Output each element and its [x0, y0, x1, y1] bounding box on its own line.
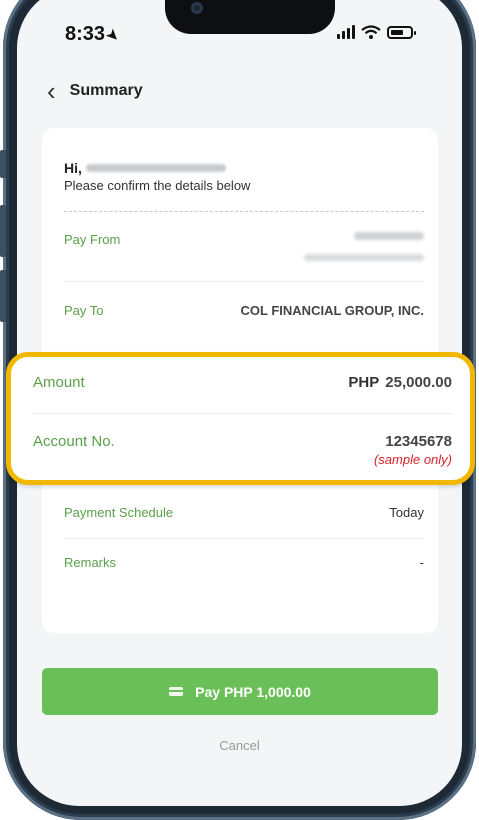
pay-from-label: Pay From	[64, 232, 121, 247]
dashed-divider	[64, 211, 424, 212]
card-icon	[169, 687, 184, 696]
volume-up-button	[0, 205, 6, 257]
pay-button-label: Pay PHP 1,000.00	[195, 683, 311, 700]
status-time-text: 8:33	[65, 23, 106, 45]
signal-icon	[337, 25, 355, 39]
amount-value-group: PHP 25,000.00	[348, 374, 452, 392]
status-icons	[337, 25, 416, 39]
greeting: Hi, Please confirm the details below	[64, 160, 250, 193]
pay-from-row: Pay From	[64, 232, 424, 272]
account-label: Account No.	[33, 433, 115, 450]
remarks-label: Remarks	[64, 555, 117, 570]
camera-icon	[191, 2, 203, 14]
amount-row: Amount PHP 25,000.00	[33, 374, 452, 398]
status-time: 8:33➤	[65, 23, 123, 46]
battery-icon	[387, 25, 416, 39]
redacted-name	[85, 164, 226, 172]
greeting-hi-text: Hi,	[64, 160, 82, 176]
redacted-pay-from	[304, 232, 424, 261]
amount-currency: PHP	[348, 374, 380, 391]
divider	[64, 281, 424, 282]
account-value-group: 12345678 (sample only)	[374, 433, 452, 467]
account-row: Account No. 12345678 (sample only)	[33, 433, 452, 473]
amount-value: 25,000.00	[385, 374, 452, 391]
wifi-icon	[361, 25, 381, 39]
pay-button[interactable]: Pay PHP 1,000.00	[42, 668, 438, 715]
cancel-button[interactable]: Cancel	[17, 738, 462, 753]
remarks-value: -	[419, 555, 424, 570]
payment-schedule-label: Payment Schedule	[64, 505, 174, 520]
header: ‹ Summary	[47, 78, 143, 104]
volume-down-button	[0, 270, 6, 322]
pay-to-value: COL FINANCIAL GROUP, INC.	[240, 303, 424, 318]
divider	[64, 538, 424, 539]
amount-label: Amount	[33, 374, 85, 391]
location-arrow-icon: ➤	[103, 25, 124, 45]
payment-schedule-value: Today	[389, 505, 424, 520]
greeting-hi: Hi,	[64, 160, 250, 176]
greeting-instruction: Please confirm the details below	[64, 178, 251, 193]
sample-note: (sample only)	[373, 452, 452, 467]
pay-to-label: Pay To	[64, 303, 104, 318]
divider	[33, 413, 452, 414]
chevron-left-icon[interactable]: ‹	[47, 78, 56, 104]
mute-switch	[0, 150, 6, 178]
page-title: Summary	[69, 82, 143, 99]
highlight-box: Amount PHP 25,000.00 Account No. 12345678…	[6, 352, 475, 485]
account-value: 12345678	[385, 433, 452, 450]
notch	[165, 0, 335, 34]
